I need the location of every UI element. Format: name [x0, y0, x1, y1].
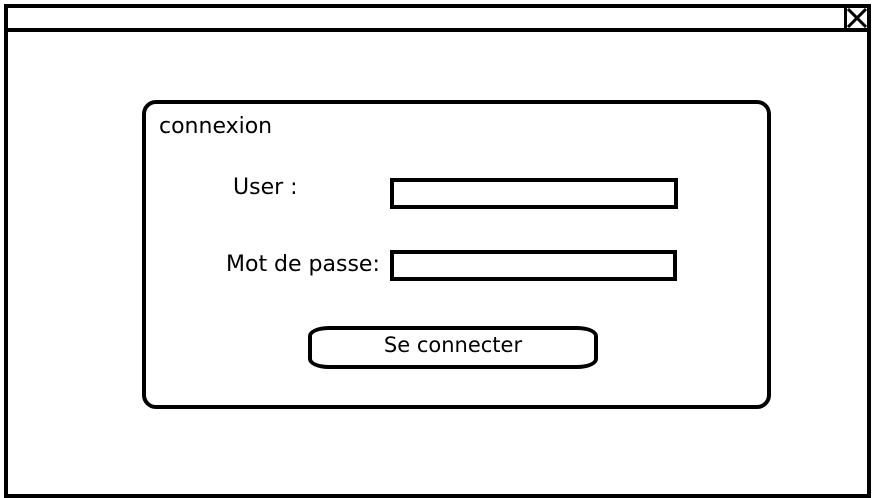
user-input[interactable] [390, 178, 678, 209]
close-button[interactable] [844, 8, 867, 28]
password-input[interactable] [390, 250, 677, 281]
login-button[interactable]: Se connecter [308, 326, 598, 369]
login-panel: connexion User : Mot de passe: Se connec… [142, 100, 771, 409]
password-label: Mot de passe: [226, 252, 380, 277]
title-bar [8, 8, 867, 32]
user-label: User : [233, 175, 298, 200]
app-window: connexion User : Mot de passe: Se connec… [4, 4, 871, 498]
close-box-icon [847, 8, 867, 28]
panel-title: connexion [159, 114, 273, 139]
